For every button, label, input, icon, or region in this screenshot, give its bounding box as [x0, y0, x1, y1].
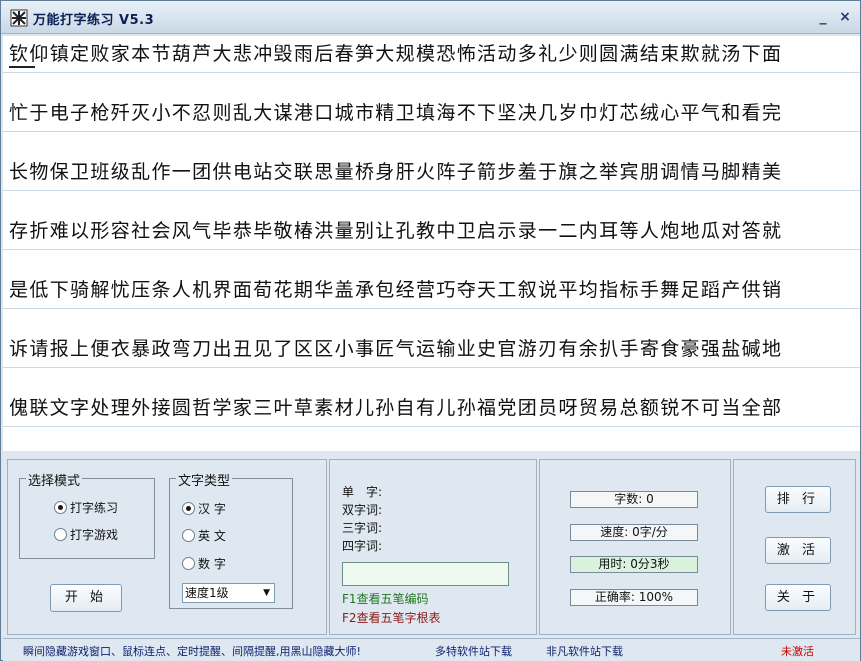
text-type-label: 数 字	[198, 557, 226, 571]
f1-hint: F1查看五笔编码	[342, 592, 429, 606]
download-link-duote[interactable]: 多特软件站下载	[435, 643, 512, 659]
mode-group-label: 选择模式	[26, 470, 83, 489]
row-divider	[3, 72, 860, 73]
char-count-display: 字数: 0	[570, 491, 698, 508]
practice-text-row: 存折难以形容社会风气毕恭毕敬椿洪量别让孔教中卫启示录一二内耳等人炮地瓜对答就	[9, 220, 783, 242]
app-logo-icon	[10, 9, 28, 27]
speed-display: 速度: 0字/分	[570, 524, 698, 541]
single-char-label: 单 字:	[342, 485, 383, 499]
mode-option-label: 打字练习	[70, 501, 119, 515]
about-button[interactable]: 关 于	[765, 584, 831, 611]
typing-input[interactable]	[342, 562, 509, 586]
ranking-button[interactable]: 排 行	[765, 486, 831, 513]
activation-status: 未激活	[781, 645, 814, 658]
row-divider	[3, 249, 860, 250]
mode-group: 选择模式 打字练习 打字游戏	[19, 470, 155, 559]
mode-option-practice[interactable]: 打字练习	[54, 499, 118, 516]
activate-button[interactable]: 激 活	[765, 537, 831, 564]
radio-unchecked-icon	[54, 528, 67, 541]
quad-char-label: 四字词:	[342, 539, 383, 553]
double-char-label: 双字词:	[342, 503, 383, 517]
radio-unchecked-icon	[182, 529, 195, 542]
row-divider	[3, 426, 860, 427]
typing-cursor	[9, 66, 35, 68]
status-bar: 瞬间隐藏游戏窗口、鼠标连点、定时提醒、间隔提醒,用黑山隐藏大师! 多特软件站下载…	[3, 638, 860, 660]
speed-select[interactable]: 速度1级 ▼	[182, 583, 275, 603]
radio-checked-icon	[182, 502, 195, 515]
text-type-group: 文字类型 汉 字 英 文 数 字 速度1级 ▼	[169, 470, 293, 609]
text-type-english[interactable]: 英 文	[182, 527, 226, 544]
dropdown-arrow-icon: ▼	[263, 588, 270, 598]
radio-unchecked-icon	[182, 557, 195, 570]
practice-text-row: 忙于电子枪歼灭小不忍则乱大谋港口城市精卫填海不下坚决几岁巾灯芯绒心平气和看完	[9, 102, 783, 124]
practice-text-row: 是低下骑解忧压条人机界面荀花期华盖承包经营巧夺天工叙说平均指标手舞足蹈产供销	[9, 279, 783, 301]
row-divider	[3, 131, 860, 132]
text-type-label: 英 文	[198, 529, 226, 543]
text-type-chinese[interactable]: 汉 字	[182, 500, 226, 517]
minimize-button[interactable]: _	[815, 9, 831, 25]
ad-link[interactable]: 瞬间隐藏游戏窗口、鼠标连点、定时提醒、间隔提醒,用黑山隐藏大师!	[23, 643, 361, 659]
radio-checked-icon	[54, 501, 67, 514]
row-divider	[3, 367, 860, 368]
triple-char-label: 三字词:	[342, 521, 383, 535]
title-bar[interactable]: 万能打字练习 V5.3 _ ×	[1, 1, 860, 34]
stats-panel	[539, 459, 731, 635]
mode-option-game[interactable]: 打字游戏	[54, 526, 118, 543]
text-type-number[interactable]: 数 字	[182, 555, 226, 572]
practice-text-area[interactable]: 钦仰镇定败家本节葫芦大悲冲毁雨后春笋大规模恐怖活动多礼少则圆满结束欺就汤下面 忙…	[3, 36, 860, 451]
start-button[interactable]: 开 始	[50, 584, 122, 612]
row-divider	[3, 190, 860, 191]
window-title: 万能打字练习 V5.3	[33, 13, 155, 28]
text-type-group-label: 文字类型	[176, 470, 233, 489]
close-button[interactable]: ×	[837, 9, 853, 25]
time-display: 用时: 0分3秒	[570, 556, 698, 573]
control-panel: 选择模式 打字练习 打字游戏 开 始 文字类型 汉 字 英 文 数 字 速度1级…	[3, 453, 860, 661]
practice-text-row: 钦仰镇定败家本节葫芦大悲冲毁雨后春笋大规模恐怖活动多礼少则圆满结束欺就汤下面	[9, 43, 783, 65]
download-link-feifan[interactable]: 非凡软件站下载	[546, 643, 623, 659]
speed-select-value: 速度1级	[185, 586, 229, 600]
main-window: 万能打字练习 V5.3 _ × 钦仰镇定败家本节葫芦大悲冲毁雨后春笋大规模恐怖活…	[0, 0, 861, 661]
row-divider	[3, 308, 860, 309]
mode-option-label: 打字游戏	[70, 528, 119, 542]
practice-text-row: 长物保卫班级乱作一团供电站交联思量桥身肝火阵子箭步羞于旗之举宾朋调情马脚精美	[9, 161, 783, 183]
f2-hint: F2查看五笔字根表	[342, 611, 441, 625]
practice-text-row: 诉请报上便衣暴政弯刀出丑见了区区小事匠气运输业史官游刃有余扒手寄食豪强盐碱地	[9, 338, 783, 360]
practice-text-row: 傀联文字处理外接圆哲学家三叶草素材儿孙自有儿孙福党团员呀贸易总额锐不可当全部	[9, 397, 783, 419]
accuracy-display: 正确率: 100%	[570, 589, 698, 606]
text-type-label: 汉 字	[198, 502, 226, 516]
